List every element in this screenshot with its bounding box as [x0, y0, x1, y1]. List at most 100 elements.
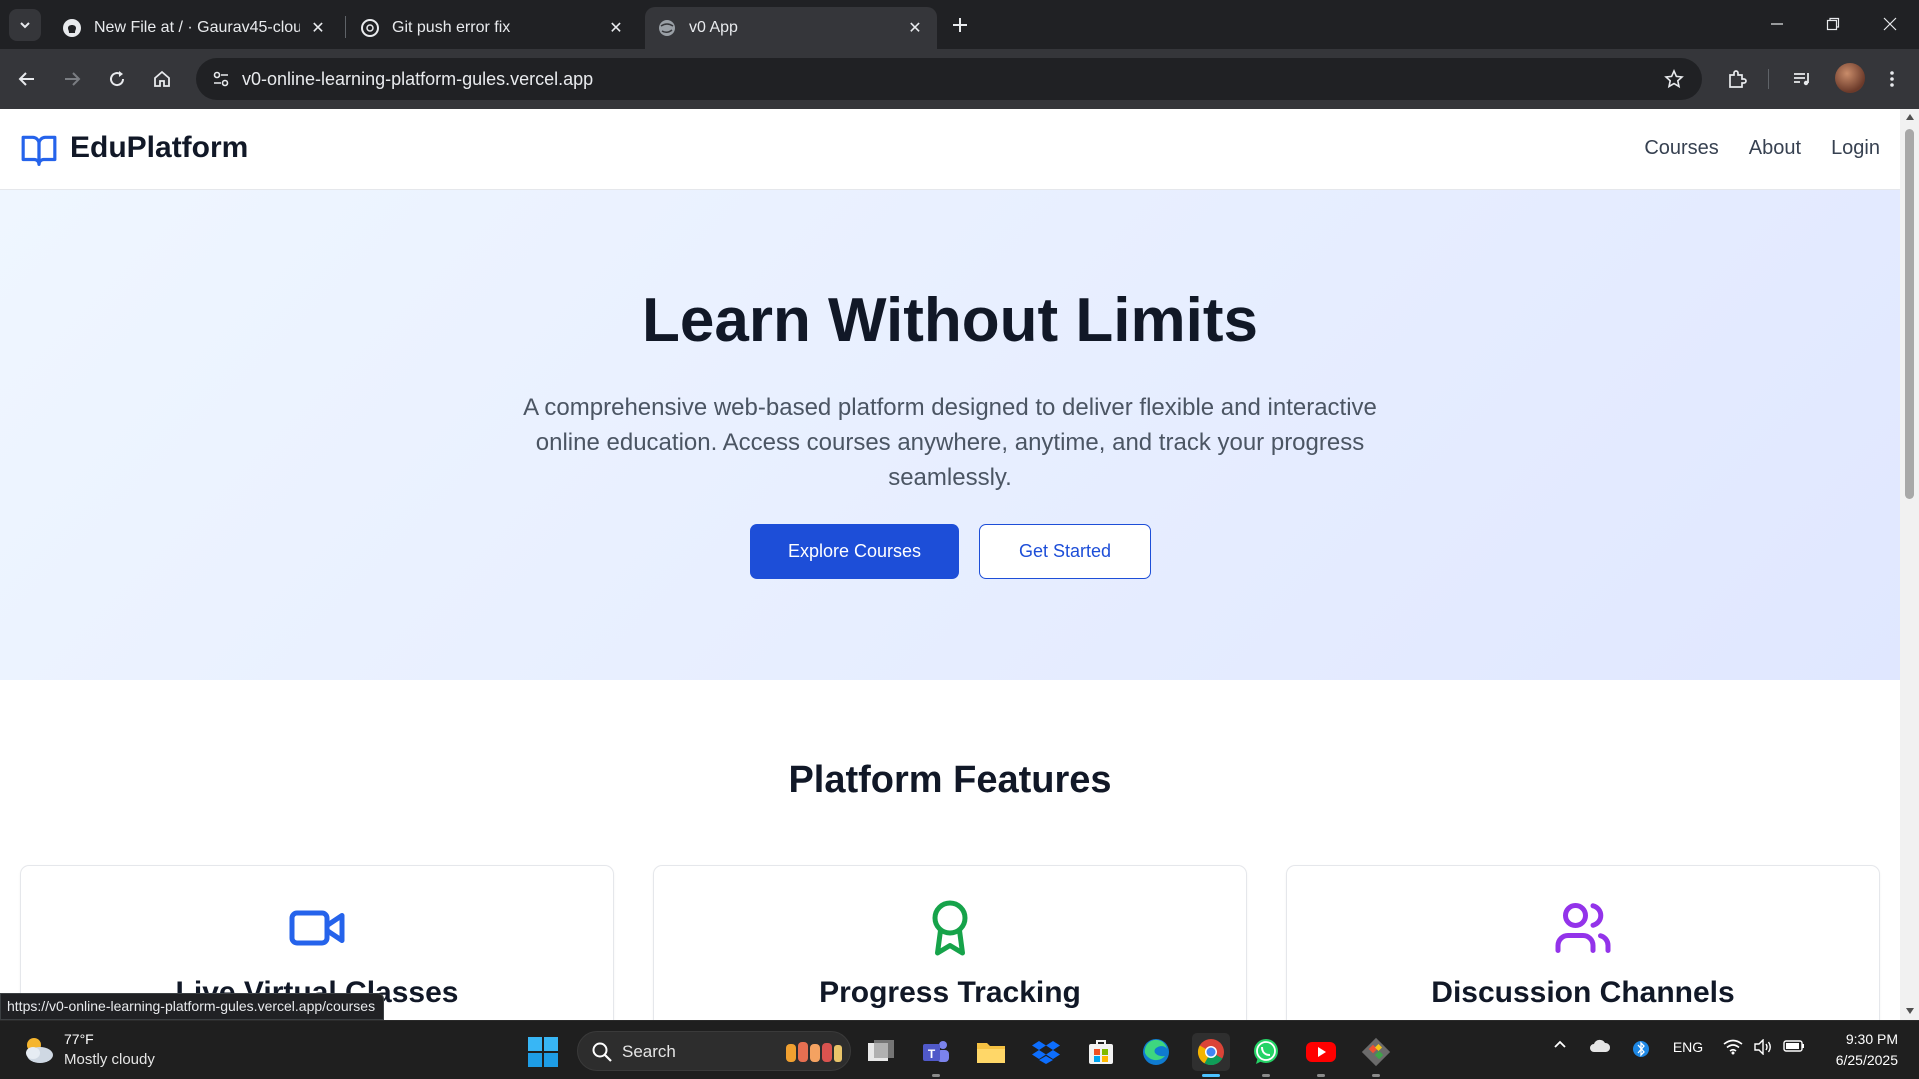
close-window-button[interactable] — [1867, 8, 1913, 40]
hero-title: Learn Without Limits — [642, 286, 1258, 355]
close-icon — [1883, 17, 1897, 31]
close-icon[interactable]: ✕ — [905, 18, 925, 38]
book-open-icon[interactable] — [20, 131, 58, 169]
tab-v0-app[interactable]: v0 App ✕ — [645, 7, 937, 49]
task-view-button[interactable] — [862, 1033, 900, 1071]
nav-link-courses[interactable]: Courses — [1644, 137, 1718, 160]
media-control-button[interactable] — [1787, 64, 1817, 94]
store-icon — [1089, 1040, 1113, 1064]
windows-logo-icon — [528, 1037, 558, 1067]
plus-icon — [953, 18, 967, 32]
back-button[interactable] — [12, 64, 42, 94]
weather-temperature[interactable]: 77°F — [64, 1031, 94, 1047]
weather-description[interactable]: Mostly cloudy — [64, 1051, 155, 1068]
search-icon — [591, 1041, 613, 1063]
close-icon[interactable]: ✕ — [308, 18, 328, 38]
dropbox-app[interactable] — [1027, 1033, 1065, 1071]
restore-icon — [1826, 17, 1840, 31]
show-hidden-icons[interactable] — [1550, 1039, 1570, 1049]
bluetooth-icon — [1633, 1041, 1649, 1057]
tab-divider — [345, 16, 346, 38]
arrow-left-icon — [18, 72, 34, 86]
scroll-up-arrow[interactable] — [1904, 112, 1915, 122]
feature-card-discussion: Discussion Channels — [1286, 865, 1880, 1020]
battery-charging-icon — [1783, 1040, 1804, 1052]
tab-title: Git push error fix — [392, 19, 511, 36]
explore-courses-button[interactable]: Explore Courses — [750, 524, 959, 579]
bookmark-star-icon[interactable] — [1662, 67, 1686, 91]
users-icon — [1553, 898, 1613, 958]
youtube-icon — [1306, 1042, 1336, 1062]
onedrive-tray[interactable] — [1588, 1039, 1612, 1053]
edge-icon — [1143, 1039, 1169, 1065]
git-app[interactable] — [1357, 1033, 1395, 1077]
dropbox-icon — [1032, 1041, 1060, 1064]
get-started-button[interactable]: Get Started — [979, 524, 1151, 579]
search-label: Search — [622, 1042, 676, 1061]
address-bar[interactable]: v0-online-learning-platform-gules.vercel… — [196, 58, 1702, 100]
volume-icon — [1754, 1039, 1771, 1055]
tab-search-button[interactable] — [9, 9, 41, 41]
more-vert-icon — [1890, 71, 1894, 87]
search-highlight-illustration — [784, 1040, 844, 1064]
features-heading: Platform Features — [788, 759, 1112, 801]
wifi-tray[interactable] — [1722, 1039, 1744, 1055]
nav-link-about[interactable]: About — [1749, 137, 1801, 160]
hero-section: Learn Without Limits A comprehensive web… — [0, 190, 1900, 680]
restore-button[interactable] — [1810, 8, 1856, 40]
volume-tray[interactable] — [1752, 1039, 1774, 1055]
wifi-icon — [1723, 1039, 1743, 1055]
new-tab-button[interactable] — [947, 12, 973, 38]
chatgpt-icon — [361, 19, 379, 37]
reload-button[interactable] — [102, 64, 132, 94]
page-viewport: EduPlatform Courses About Login Learn Wi… — [0, 109, 1900, 1020]
tab-title: New File at / · Gaurav45-cloud/ — [94, 19, 300, 36]
microsoft-store-app[interactable] — [1082, 1033, 1120, 1071]
battery-tray[interactable] — [1782, 1039, 1806, 1053]
arrow-right-icon — [65, 72, 81, 86]
tab-title: v0 App — [689, 19, 738, 36]
extensions-button[interactable] — [1722, 64, 1752, 94]
svg-text:T: T — [928, 1047, 936, 1061]
youtube-app[interactable] — [1302, 1033, 1340, 1077]
clock-time[interactable]: 9:30 PM — [1846, 1031, 1898, 1047]
home-button[interactable] — [147, 64, 177, 94]
close-icon[interactable]: ✕ — [606, 18, 626, 38]
profile-avatar[interactable] — [1835, 63, 1865, 93]
video-icon — [287, 898, 347, 958]
feature-card-title: Discussion Channels — [1431, 976, 1735, 1009]
chrome-app[interactable] — [1192, 1033, 1230, 1077]
folder-icon — [977, 1043, 1005, 1063]
whatsapp-app[interactable] — [1247, 1033, 1285, 1077]
file-explorer-app[interactable] — [972, 1033, 1010, 1071]
site-info-icon[interactable] — [206, 64, 236, 94]
tab-chatgpt[interactable]: Git push error fix ✕ — [348, 7, 638, 49]
scroll-down-arrow[interactable] — [1904, 1006, 1915, 1016]
start-button[interactable] — [528, 1037, 558, 1067]
toolbar-divider — [1768, 69, 1769, 89]
scroll-thumb[interactable] — [1905, 129, 1914, 499]
page-scrollbar[interactable] — [1900, 109, 1919, 1020]
reload-icon — [110, 71, 125, 87]
taskbar-search[interactable]: Search — [577, 1031, 851, 1071]
minimize-button[interactable] — [1754, 8, 1800, 40]
tab-github[interactable]: New File at / · Gaurav45-cloud/ ✕ — [50, 7, 340, 49]
clock-date[interactable]: 6/25/2025 — [1836, 1052, 1898, 1068]
edge-app[interactable] — [1137, 1033, 1175, 1071]
language-indicator[interactable]: ENG — [1668, 1039, 1708, 1055]
brand-name[interactable]: EduPlatform — [70, 131, 248, 165]
whatsapp-icon — [1254, 1039, 1278, 1064]
forward-button[interactable] — [57, 64, 87, 94]
minimize-icon — [1771, 23, 1783, 25]
globe-icon — [659, 20, 675, 36]
teams-app[interactable]: T — [917, 1033, 955, 1077]
weather-cloudy-icon[interactable] — [20, 1033, 56, 1067]
nav-link-login[interactable]: Login — [1831, 137, 1880, 160]
bluetooth-tray[interactable] — [1630, 1039, 1652, 1059]
hero-subtitle: A comprehensive web-based platform desig… — [523, 394, 1377, 491]
chrome-menu-button[interactable] — [1877, 64, 1907, 94]
browser-tab-bar: New File at / · Gaurav45-cloud/ ✕ Git pu… — [0, 0, 1919, 49]
chevron-up-icon — [1554, 1040, 1566, 1048]
cloud-icon — [1590, 1039, 1611, 1052]
feature-card-title: Progress Tracking — [819, 976, 1081, 1009]
